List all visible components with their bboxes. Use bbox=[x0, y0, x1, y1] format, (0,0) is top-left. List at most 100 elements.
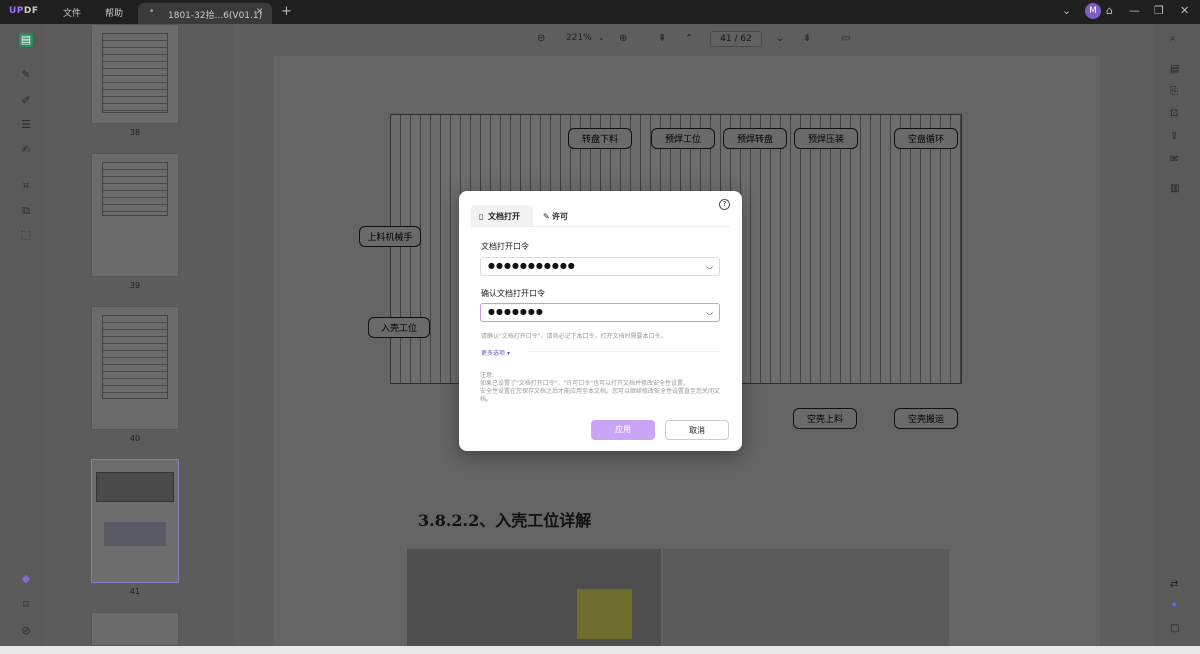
thumbnail-page-39[interactable] bbox=[91, 153, 179, 277]
hide-password-icon[interactable]: ◡ bbox=[706, 307, 713, 316]
form-icon[interactable]: ☰ bbox=[19, 118, 33, 132]
presentation-icon[interactable]: ▭ bbox=[841, 33, 850, 44]
logo-text: DF bbox=[23, 6, 39, 16]
divider bbox=[471, 226, 730, 227]
convert-icon[interactable]: ▤ bbox=[1170, 64, 1179, 75]
section-heading: 3.8.2.2、入壳工位详解 bbox=[418, 511, 592, 530]
callout-label: 入壳工位 bbox=[368, 317, 430, 338]
document-tab[interactable]: • 1801-32拾...6(V01.1) ✕ bbox=[138, 3, 272, 24]
share-icon[interactable]: ⇪ bbox=[1170, 131, 1178, 142]
comment-panel-icon[interactable]: ▢ bbox=[1170, 623, 1179, 634]
callout-label: 空壳搬运 bbox=[894, 408, 958, 429]
crop-icon[interactable]: ⬚ bbox=[19, 228, 33, 242]
close-window-icon[interactable]: ✕ bbox=[1180, 4, 1189, 17]
password-security-dialog: ▯ 文档打开 ✎ 许可 ? 文档打开口令 ●●●●●●●●●●● ◡ 确认文档打开口… bbox=[459, 191, 742, 451]
fill-sign-icon[interactable]: ✍ bbox=[19, 143, 33, 157]
title-bar: UPDF 文件 帮助 • 1801-32拾...6(V01.1) ✕ + ⌄ M… bbox=[0, 0, 1200, 24]
menu-help[interactable]: 帮助 bbox=[105, 6, 123, 19]
tab-dot-icon: • bbox=[149, 7, 155, 17]
minimize-icon[interactable]: — bbox=[1129, 4, 1140, 17]
view-toolbar: ⊖ 221% ⌄ ⊕ ⇞ ⌃ 41 / 62 ⌄ ⇟ ▭ bbox=[234, 24, 1154, 56]
attachment-icon[interactable]: ⊘ bbox=[19, 624, 33, 638]
chevron-down-icon: ▾ bbox=[506, 350, 510, 357]
reader-icon[interactable]: ▤ bbox=[19, 33, 33, 47]
ocr-doc-icon[interactable]: ⎘ bbox=[1170, 86, 1178, 97]
note-line: 安全性设置在您保存文档之后才能应用至本文档。您可以继续修改安全性设置直至您关闭文… bbox=[480, 388, 721, 403]
next-page-icon[interactable]: ⌄ bbox=[776, 33, 784, 44]
machine-photo-right bbox=[663, 549, 949, 646]
help-icon[interactable]: ? bbox=[719, 199, 730, 210]
thumbnail-label: 40 bbox=[129, 434, 141, 443]
password-value: ●●●●●●●●●●● bbox=[488, 261, 576, 270]
more-options-link[interactable]: 更多选项 ▾ bbox=[481, 348, 510, 357]
yellow-component bbox=[577, 589, 632, 639]
menu-file[interactable]: 文件 bbox=[63, 6, 81, 19]
ocr-icon[interactable]: ⌗ bbox=[19, 179, 33, 193]
new-tab-icon[interactable]: + bbox=[281, 4, 292, 19]
ai-assistant-icon[interactable]: ✦ bbox=[1170, 600, 1178, 611]
security-note: 注意: 如果已设置了"文档打开口令"，"许可口令"也可以打开文档并修改安全性设置… bbox=[480, 372, 722, 404]
avatar[interactable]: M bbox=[1085, 3, 1101, 19]
tab-permission-label: 许可 bbox=[552, 212, 568, 221]
tab-close-icon[interactable]: ✕ bbox=[256, 7, 264, 17]
callout-label: 转盘下料 bbox=[568, 128, 632, 149]
last-page-icon[interactable]: ⇟ bbox=[803, 33, 811, 44]
more-options-label: 更多选项 bbox=[481, 350, 506, 357]
confirm-password-field[interactable]: ●●●●●●● ◡ bbox=[480, 303, 720, 322]
notification-icon[interactable]: ⌂ bbox=[1106, 4, 1113, 17]
divider bbox=[529, 351, 720, 352]
thumbnail-label: 41 bbox=[129, 587, 141, 596]
layers-icon[interactable]: ◆ bbox=[19, 572, 33, 586]
confirm-password-label: 确认文档打开口令 bbox=[481, 289, 545, 298]
document-icon: ▯ bbox=[479, 212, 484, 221]
restore-icon[interactable]: ❐ bbox=[1154, 4, 1164, 17]
thumbnail-label: 38 bbox=[129, 128, 141, 137]
thumbnail-content bbox=[102, 315, 168, 399]
save-icon[interactable]: ▥ bbox=[1170, 183, 1179, 194]
tab-document-open-label: 文档打开 bbox=[488, 212, 520, 221]
app-logo: UPDF bbox=[9, 6, 39, 16]
thumbnail-photo bbox=[104, 522, 166, 546]
thumbnail-page-38[interactable] bbox=[91, 24, 179, 124]
hide-password-icon[interactable]: ◡ bbox=[706, 261, 713, 270]
email-icon[interactable]: ✉ bbox=[1170, 154, 1178, 165]
tab-title: 1801-32拾...6(V01.1) bbox=[168, 11, 263, 21]
callout-label: 预焊工位 bbox=[651, 128, 715, 149]
dropdown-menu-icon[interactable]: ⌄ bbox=[1062, 4, 1071, 17]
password-label: 文档打开口令 bbox=[481, 242, 529, 251]
page-indicator[interactable]: 41 / 62 bbox=[710, 31, 762, 47]
thumbnail-page-40[interactable] bbox=[91, 306, 179, 430]
protect-icon[interactable]: ⊡ bbox=[1170, 108, 1178, 119]
note-title: 注意: bbox=[480, 372, 495, 379]
thumbnail-panel: 38 39 40 41 bbox=[44, 24, 234, 646]
first-page-icon[interactable]: ⇞ bbox=[658, 33, 666, 44]
translate-icon[interactable]: ⇄ bbox=[1170, 579, 1178, 590]
zoom-out-icon[interactable]: ⊖ bbox=[537, 33, 545, 44]
cancel-button[interactable]: 取消 bbox=[665, 420, 729, 440]
zoom-in-icon[interactable]: ⊕ bbox=[619, 33, 627, 44]
organize-icon[interactable]: ⧉ bbox=[19, 204, 33, 218]
thumbnail-label: 39 bbox=[129, 281, 141, 290]
tab-document-open[interactable]: ▯ 文档打开 bbox=[471, 205, 533, 227]
prev-page-icon[interactable]: ⌃ bbox=[685, 33, 693, 44]
thumbnail-page-42[interactable] bbox=[91, 612, 179, 646]
callout-label: 空壳上料 bbox=[793, 408, 857, 429]
apply-button[interactable]: 应用 bbox=[591, 420, 655, 440]
comment-icon[interactable]: ✎ bbox=[19, 68, 33, 82]
note-line: 如果已设置了"文档打开口令"，"许可口令"也可以打开文档并修改安全性设置。 bbox=[480, 380, 690, 387]
confirm-password-value: ●●●●●●● bbox=[488, 307, 544, 316]
thumbnail-page-41[interactable] bbox=[91, 459, 179, 583]
password-hint: 请确认"文档打开口令"，请务必记下本口令，打开文档时需要本口令。 bbox=[481, 333, 667, 340]
zoom-dropdown-icon[interactable]: ⌄ bbox=[598, 33, 605, 42]
search-icon[interactable]: ⌕ bbox=[1170, 33, 1176, 44]
bookmark-icon[interactable]: ⌑ bbox=[19, 598, 33, 612]
machine-photo-left bbox=[407, 549, 661, 646]
taskbar bbox=[0, 646, 1200, 654]
callout-label: 预焊压装 bbox=[794, 128, 858, 149]
tab-permission[interactable]: ✎ 许可 bbox=[535, 205, 585, 227]
thumbnail-diagram bbox=[96, 472, 174, 502]
zoom-level[interactable]: 221% bbox=[566, 33, 592, 43]
callout-label: 预焊转盘 bbox=[723, 128, 787, 149]
password-field[interactable]: ●●●●●●●●●●● ◡ bbox=[480, 257, 720, 276]
edit-icon[interactable]: ✐ bbox=[19, 94, 33, 108]
